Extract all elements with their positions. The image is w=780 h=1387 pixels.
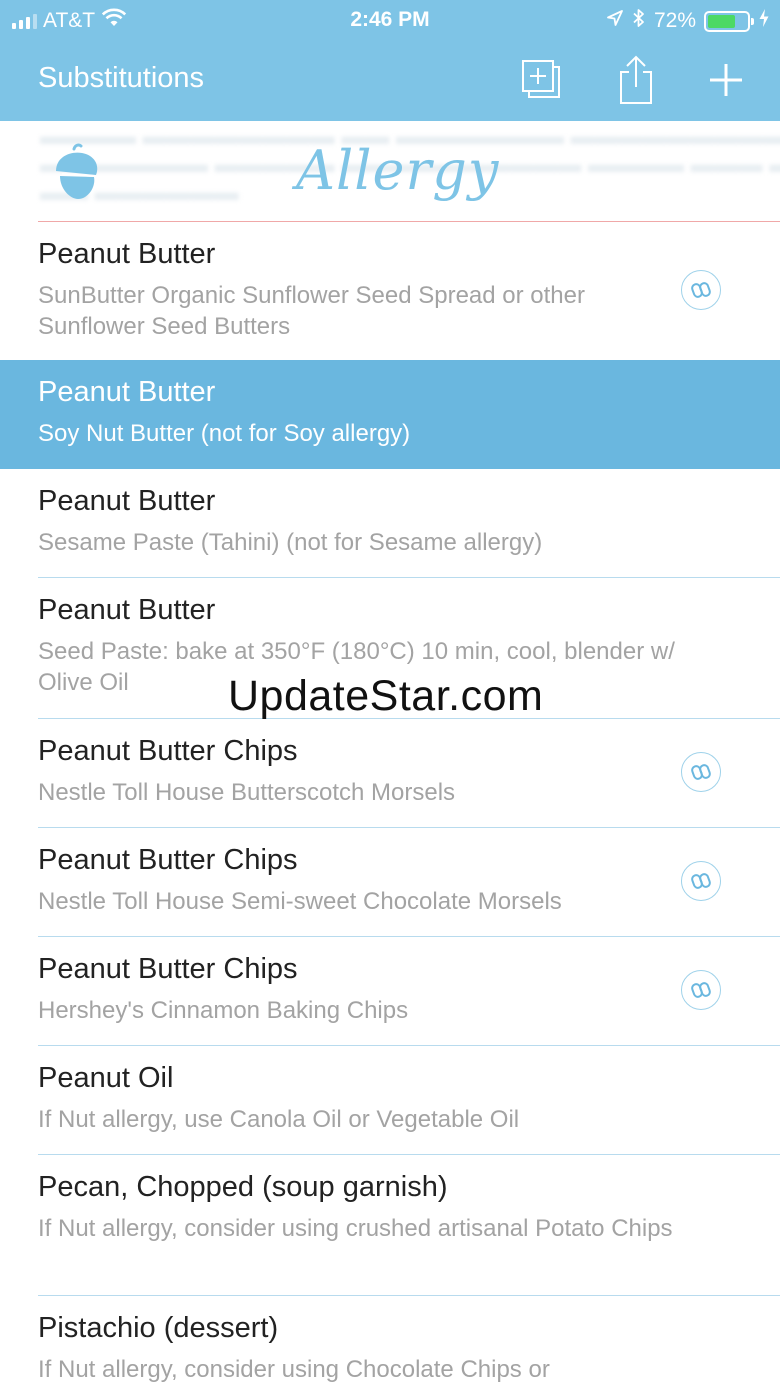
- watermark-text: UpdateStar.com: [228, 672, 544, 720]
- item-title: Peanut Butter: [38, 485, 216, 517]
- link-icon: [691, 873, 711, 889]
- add-icon: [710, 64, 742, 96]
- navigation-bar: AT&T 2:46 PM 72% Substitutions: [0, 0, 780, 121]
- item-subtitle: Nestle Toll House Butterscotch Morsels: [38, 779, 456, 806]
- item-title: Peanut Oil: [38, 1062, 174, 1094]
- acorn-icon: [56, 143, 98, 199]
- list-item[interactable]: Peanut Butter Chips Hershey's Cinnamon Ba…: [0, 937, 780, 1046]
- link-button[interactable]: [681, 752, 721, 792]
- list-item[interactable]: Peanut Butter Chips Nestle Toll House But…: [0, 719, 780, 828]
- bluetooth-icon: [632, 8, 646, 34]
- item-title: Peanut Butter: [38, 238, 216, 270]
- item-title: Peanut Butter: [38, 376, 216, 408]
- item-subtitle: Hershey's Cinnamon Baking Chips: [38, 997, 409, 1024]
- duplicate-icon: [522, 60, 560, 98]
- status-bar: AT&T 2:46 PM 72%: [0, 0, 780, 40]
- list-item[interactable]: Pistachio (dessert) If Nut allergy, consi…: [0, 1296, 780, 1387]
- item-title: Peanut Butter Chips: [38, 735, 298, 767]
- location-icon: [606, 9, 624, 33]
- battery-fill: [708, 14, 736, 28]
- substitution-list: Peanut Butter SunButter Organic Sunflower…: [0, 222, 780, 1387]
- charging-icon: [758, 8, 770, 34]
- item-subtitle: Sesame Paste (Tahini) (not for Sesame al…: [38, 529, 543, 556]
- link-icon: [691, 282, 711, 298]
- list-item[interactable]: Pecan, Chopped (soup garnish) If Nut alle…: [0, 1155, 780, 1296]
- category-banner: ▬▬▬▬ ▬▬▬▬▬▬▬▬ ▬▬ ▬▬▬▬▬▬▬ ▬▬▬▬▬▬▬▬▬ ▬▬▬ ▬▬…: [0, 121, 780, 222]
- link-button[interactable]: [681, 270, 721, 310]
- list-item[interactable]: Peanut Butter SunButter Organic Sunflower…: [0, 222, 780, 360]
- battery-icon: [704, 10, 754, 32]
- duplicate-button[interactable]: [514, 54, 566, 106]
- link-icon: [691, 764, 711, 780]
- add-button[interactable]: [700, 54, 752, 106]
- share-button[interactable]: [610, 54, 662, 106]
- item-title: Peanut Butter Chips: [38, 953, 298, 985]
- item-subtitle: If Nut allergy, consider using Chocolate…: [38, 1356, 550, 1383]
- category-title: Allergy: [296, 139, 500, 202]
- item-title: Pistachio (dessert): [38, 1312, 279, 1344]
- list-item[interactable]: Peanut Butter Soy Nut Butter (not for Soy…: [0, 360, 780, 469]
- battery-percent: 72%: [653, 9, 696, 32]
- item-subtitle: If Nut allergy, consider using crushed a…: [38, 1215, 673, 1242]
- item-title: Peanut Butter Chips: [38, 844, 298, 876]
- list-item[interactable]: Peanut Oil If Nut allergy, use Canola Oil…: [0, 1046, 780, 1155]
- page-title: Substitutions: [38, 62, 205, 94]
- list-item[interactable]: Peanut Butter Sesame Paste (Tahini) (not …: [0, 469, 780, 578]
- item-subtitle: SunButter Organic Sunflower Seed Spread …: [38, 282, 585, 340]
- item-title: Peanut Butter: [38, 594, 216, 626]
- link-button[interactable]: [681, 861, 721, 901]
- share-icon: [620, 55, 652, 104]
- item-subtitle: Nestle Toll House Semi-sweet Chocolate M…: [38, 888, 562, 915]
- item-subtitle: If Nut allergy, use Canola Oil or Vegeta…: [38, 1106, 520, 1133]
- list-item[interactable]: Peanut Butter Chips Nestle Toll House Sem…: [0, 828, 780, 937]
- item-subtitle: Soy Nut Butter (not for Soy allergy): [38, 420, 411, 447]
- link-icon: [691, 982, 711, 998]
- item-title: Pecan, Chopped (soup garnish): [38, 1171, 448, 1203]
- link-button[interactable]: [681, 970, 721, 1010]
